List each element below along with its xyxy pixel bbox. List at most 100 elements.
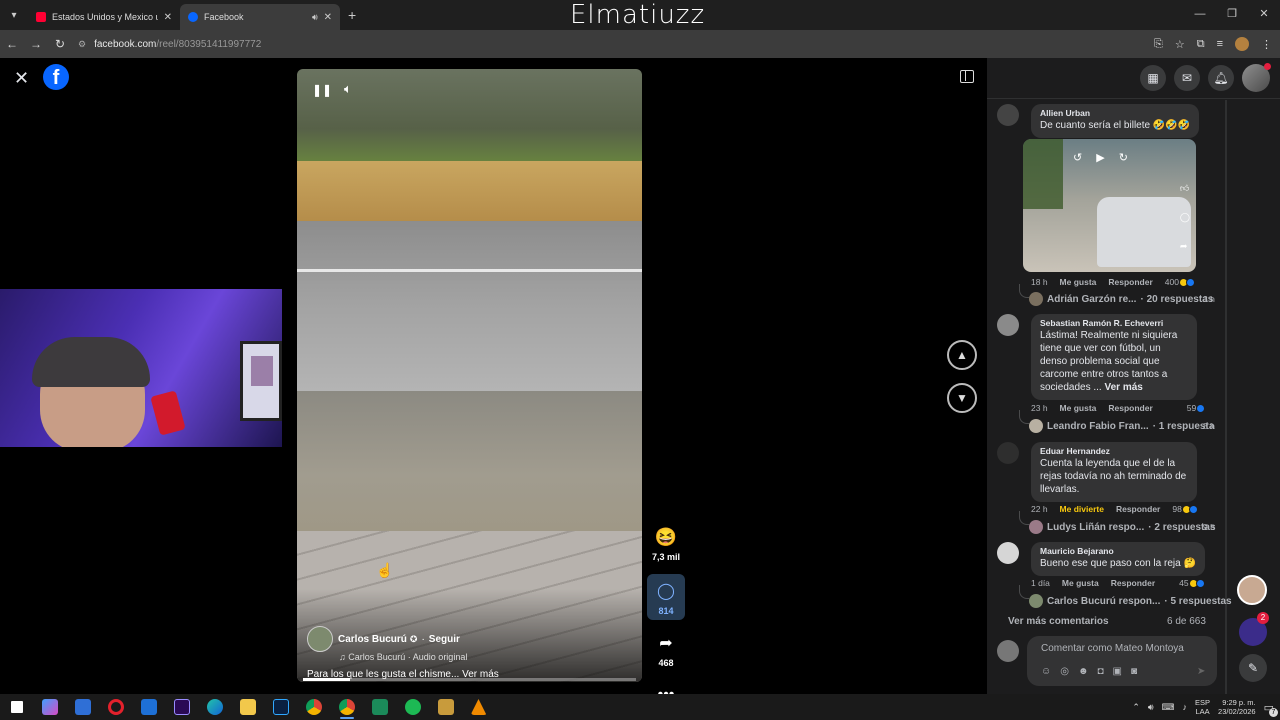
speaker-tray-icon[interactable]: 🔊︎: [1148, 702, 1154, 713]
commenter-name[interactable]: Eduar Hernandez: [1040, 446, 1188, 456]
forward-icon[interactable]: →: [24, 37, 48, 51]
commenter-name[interactable]: Mauricio Bejarano: [1040, 546, 1196, 556]
commenter-avatar[interactable]: [997, 314, 1019, 336]
pause-icon[interactable]: ❚❚: [312, 83, 332, 97]
tab-facebook[interactable]: Facebook 🔊︎ ✕: [180, 4, 340, 30]
reaction-summary[interactable]: 45: [1179, 578, 1205, 588]
spotify-icon[interactable]: [396, 694, 429, 720]
audio-attribution[interactable]: ♫ Carlos Bucurú · Audio original: [339, 652, 467, 662]
see-more-link[interactable]: Ver más: [1105, 382, 1143, 393]
vlc-icon[interactable]: [462, 694, 495, 720]
network-icon[interactable]: ⌨: [1162, 702, 1175, 713]
volume-tray-icon[interactable]: ♪: [1183, 702, 1188, 712]
gif-icon[interactable]: ▣: [1113, 666, 1122, 677]
language-indicator[interactable]: ESP LAA: [1195, 698, 1210, 716]
league-icon[interactable]: [429, 694, 462, 720]
reaction-summary[interactable]: 400: [1165, 277, 1195, 287]
reaction-button[interactable]: Me divierte: [1060, 504, 1104, 514]
comment-button[interactable]: ◯ 814: [647, 574, 685, 620]
gaming-app-icon[interactable]: [363, 694, 396, 720]
tab-search-icon[interactable]: ▾: [0, 0, 28, 30]
avatar-sticker-icon[interactable]: ☺: [1041, 666, 1051, 677]
follow-button[interactable]: Seguir: [429, 634, 460, 645]
opera-icon[interactable]: [99, 694, 132, 720]
video-progress-bar[interactable]: [303, 678, 636, 681]
reel-video[interactable]: ❚❚ 🔈︎ Carlos Bucurú ✪ · Seguir ♫ Carlos …: [297, 69, 642, 682]
reply-button[interactable]: Responder: [1111, 578, 1155, 588]
bookmark-star-icon[interactable]: ☆: [1175, 38, 1185, 51]
camera-icon[interactable]: ◘: [1097, 666, 1103, 677]
author-name[interactable]: Carlos Bucurú: [338, 634, 407, 645]
author-avatar[interactable]: [307, 626, 333, 652]
outlook-icon[interactable]: [132, 694, 165, 720]
reaction-summary[interactable]: 59: [1187, 403, 1206, 413]
view-replies[interactable]: Ludys Liñán respo... · 2 respuestas 9 h: [1029, 520, 1216, 534]
forward-10-icon[interactable]: ↻: [1119, 151, 1128, 164]
emoji-icon[interactable]: ☻: [1078, 666, 1089, 677]
rewind-icon[interactable]: ↺: [1073, 151, 1082, 164]
send-icon[interactable]: ➤: [1197, 666, 1205, 677]
account-avatar[interactable]: [1242, 63, 1271, 92]
store-icon[interactable]: [66, 694, 99, 720]
extensions-icon[interactable]: ⧉: [1197, 38, 1205, 51]
view-replies[interactable]: Leandro Fabio Fran... · 1 respuesta 8 h: [1029, 419, 1215, 433]
volume-icon[interactable]: 🔈︎: [344, 81, 352, 97]
reply-button[interactable]: Responder: [1108, 403, 1152, 413]
previous-reel-icon[interactable]: ▲: [947, 340, 977, 370]
premiere-icon[interactable]: [165, 694, 198, 720]
play-icon[interactable]: ▶: [1096, 151, 1104, 164]
close-tab-icon[interactable]: ✕: [324, 12, 332, 23]
share-icon[interactable]: ➦: [651, 628, 681, 658]
facebook-logo-icon[interactable]: f: [43, 64, 69, 90]
tab-youtube[interactable]: Estados Unidos y Mexico unier ✕: [28, 4, 180, 30]
reply-button[interactable]: Responder: [1108, 277, 1152, 287]
chrome-icon[interactable]: [297, 694, 330, 720]
commenter-avatar[interactable]: [997, 104, 1019, 126]
commenter-avatar[interactable]: [997, 442, 1019, 464]
cast-icon[interactable]: ⎘: [1154, 38, 1163, 51]
edge-icon[interactable]: [198, 694, 231, 720]
start-windows-icon[interactable]: [0, 694, 33, 720]
minimize-icon[interactable]: —: [1184, 0, 1216, 30]
copilot-icon[interactable]: [33, 694, 66, 720]
sticker-face-icon[interactable]: ◙: [1131, 666, 1137, 677]
chat-head-avatar[interactable]: [1237, 575, 1267, 605]
reload-icon[interactable]: ↻: [48, 37, 72, 51]
file-explorer-icon[interactable]: [231, 694, 264, 720]
restore-icon[interactable]: ❐: [1216, 0, 1248, 30]
notifications-bell-icon[interactable]: 🔔︎: [1208, 65, 1234, 91]
photoshop-icon[interactable]: [264, 694, 297, 720]
commenter-name[interactable]: Sebastian Ramón R. Echeverri: [1040, 318, 1188, 328]
commenter-avatar[interactable]: [997, 542, 1019, 564]
sticker-icon[interactable]: ◎: [1060, 666, 1069, 677]
view-replies[interactable]: Carlos Bucurú respon... · 5 respuestas: [1029, 594, 1232, 608]
back-icon[interactable]: ←: [0, 37, 24, 51]
messenger-icon[interactable]: ✉: [1174, 65, 1200, 91]
chat-head-group[interactable]: 2: [1239, 612, 1269, 646]
new-message-icon[interactable]: ✎: [1239, 654, 1267, 682]
new-tab-icon[interactable]: +: [348, 7, 356, 23]
haha-reaction-icon[interactable]: 😆: [651, 522, 681, 552]
chrome-active-icon[interactable]: [330, 694, 363, 720]
profile-avatar[interactable]: [1235, 37, 1249, 51]
comment-video-attachment[interactable]: ↺ ▶ ↻ 👍︎ ◯ ➦: [1023, 139, 1196, 272]
reply-button[interactable]: Responder: [1116, 504, 1160, 514]
reaction-summary[interactable]: 98: [1172, 504, 1198, 514]
menu-grid-icon[interactable]: ▦: [1140, 65, 1166, 91]
speaker-icon[interactable]: 🔊︎: [312, 12, 318, 23]
tab-media-icon[interactable]: ≡: [1217, 38, 1223, 50]
like-button[interactable]: Me gusta: [1060, 403, 1097, 413]
comment-input[interactable]: Comentar como Mateo Montoya ☺ ◎ ☻ ◘ ▣ ◙ …: [1027, 636, 1217, 686]
more-comments-link[interactable]: Ver más comentarios: [1008, 616, 1109, 627]
view-replies[interactable]: Adrián Garzón re... · 20 respuestas 3 h: [1029, 292, 1215, 306]
notifications-icon[interactable]: ▭ 7: [1264, 701, 1278, 717]
site-info-icon[interactable]: ⚙: [78, 39, 86, 50]
close-window-icon[interactable]: ✕: [1248, 0, 1280, 30]
close-icon[interactable]: ✕: [14, 68, 29, 89]
like-button[interactable]: Me gusta: [1060, 277, 1097, 287]
like-button[interactable]: Me gusta: [1062, 578, 1099, 588]
tray-overflow-icon[interactable]: ⌃: [1132, 702, 1140, 713]
collapse-panel-icon[interactable]: [960, 70, 974, 83]
commenter-name[interactable]: Allien Urban: [1040, 108, 1190, 118]
menu-kebab-icon[interactable]: ⋮: [1261, 38, 1272, 51]
